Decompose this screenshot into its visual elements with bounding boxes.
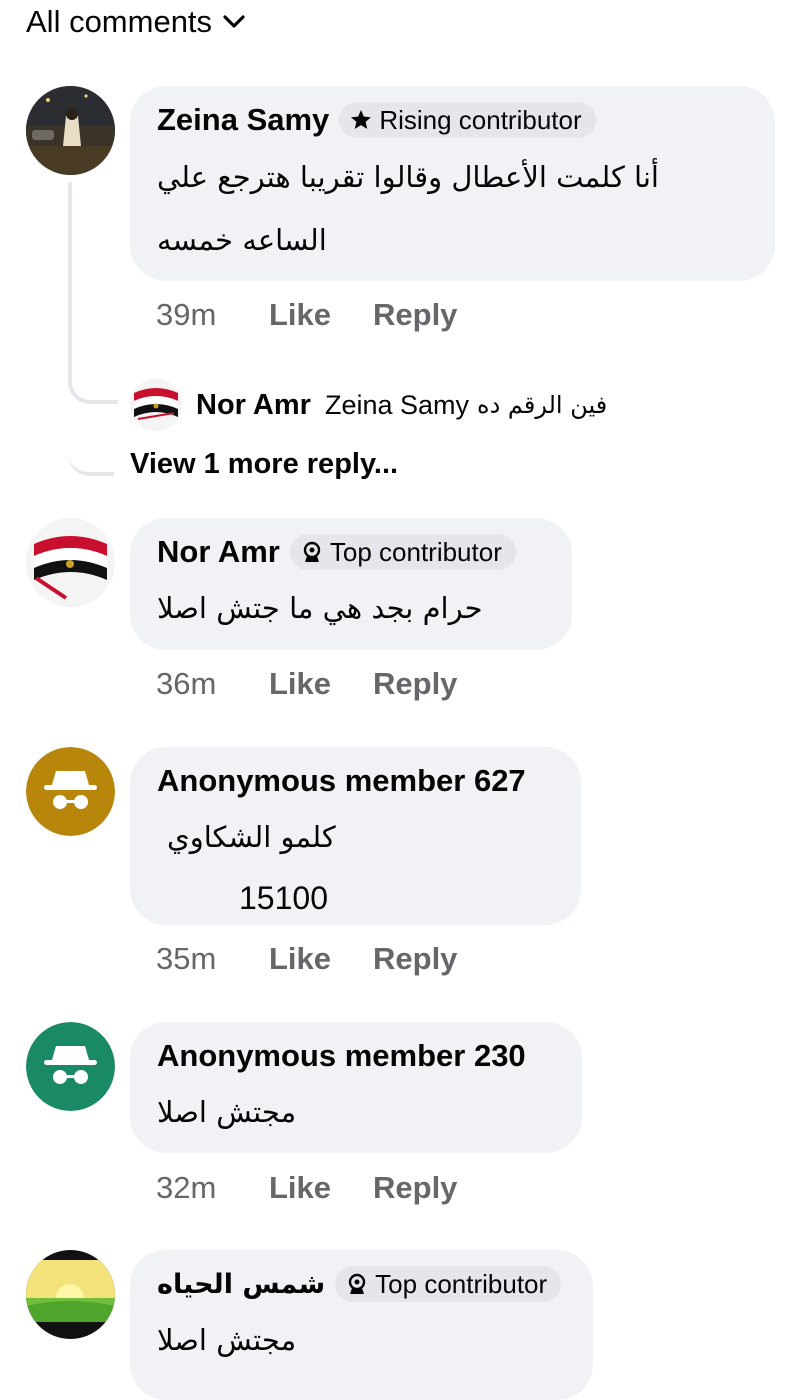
top-contributor-icon xyxy=(348,1273,366,1294)
comment-text: حرام بجد هي ما جتش اصلا xyxy=(157,591,483,625)
comment-author[interactable]: Anonymous member 627 xyxy=(157,763,526,799)
badge-label: Top contributor xyxy=(329,536,502,567)
top-contributor-icon xyxy=(303,541,321,562)
reply-button[interactable]: Reply xyxy=(373,666,457,702)
badge-label: Top contributor xyxy=(375,1268,548,1299)
avatar[interactable] xyxy=(26,1022,115,1111)
view-more-replies-link[interactable]: View 1 more reply... xyxy=(130,448,398,481)
reply-mention[interactable]: Zeina Samy xyxy=(325,390,469,421)
avatar[interactable] xyxy=(26,518,115,607)
comment-bubble: Anonymous member 627 كلمو الشكاوي 15100 xyxy=(130,747,581,925)
avatar[interactable] xyxy=(130,379,182,431)
reply-button[interactable]: Reply xyxy=(373,1170,457,1206)
comment-actions: 36m Like Reply xyxy=(156,662,457,706)
comment-text: الساعه خمسه xyxy=(157,223,327,257)
like-button[interactable]: Like xyxy=(269,297,373,333)
status-badge[interactable]: Top contributor xyxy=(289,534,516,570)
like-button[interactable]: Like xyxy=(269,941,373,977)
status-badge[interactable]: Top contributor xyxy=(335,1266,562,1302)
comment-actions: 39m Like Reply xyxy=(156,293,457,337)
comment-text: كلمو الشكاوي xyxy=(167,820,336,854)
comment-time[interactable]: 39m xyxy=(156,297,269,333)
reply-body: فين الرقم ده xyxy=(477,391,608,419)
like-button[interactable]: Like xyxy=(269,666,373,702)
comment-bubble: Nor Amr Top contributor حرام بجد هي ما ج… xyxy=(130,518,572,650)
comment-bubble: Anonymous member 230 مجتش اصلا xyxy=(130,1022,582,1153)
chevron-down-icon xyxy=(223,15,245,28)
comment-text: 15100 xyxy=(239,880,328,916)
reply-preview[interactable]: Nor Amr Zeina Samy فين الرقم ده xyxy=(130,378,607,432)
comment-time[interactable]: 35m xyxy=(156,941,269,977)
all-comments-label: All comments xyxy=(26,4,213,39)
avatar[interactable] xyxy=(26,1250,115,1339)
comment-bubble: شمس الحياه Top contributor مجتش اصلا xyxy=(130,1250,593,1400)
avatar[interactable] xyxy=(26,747,115,836)
avatar[interactable] xyxy=(26,86,115,175)
comment-time[interactable]: 36m xyxy=(156,666,269,702)
comment-text: أنا كلمت الأعطال وقالوا تقريبا هترجع علي xyxy=(157,160,659,194)
reply-text: Zeina Samy فين الرقم ده xyxy=(325,390,607,421)
comment-text: مجتش اصلا xyxy=(157,1095,297,1129)
like-button[interactable]: Like xyxy=(269,1170,373,1206)
thread-connector xyxy=(68,402,114,476)
comment-bubble: Zeina Samy Rising contributor أنا كلمت ا… xyxy=(130,86,775,281)
reply-author[interactable]: Nor Amr xyxy=(196,389,311,422)
reply-button[interactable]: Reply xyxy=(373,941,457,977)
badge-label: Rising contributor xyxy=(379,104,582,135)
all-comments-filter[interactable]: All comments xyxy=(26,2,248,42)
comment-actions: 32m Like Reply xyxy=(156,1166,457,1210)
status-badge[interactable]: Rising contributor xyxy=(339,102,596,138)
comment-actions: 35m Like Reply xyxy=(156,937,457,981)
comment-time[interactable]: 32m xyxy=(156,1170,269,1206)
comment-author[interactable]: Nor Amr xyxy=(157,534,280,570)
comment-author[interactable]: شمس الحياه xyxy=(157,1269,325,1300)
comment-author[interactable]: Anonymous member 230 xyxy=(157,1038,526,1074)
reply-button[interactable]: Reply xyxy=(373,297,457,333)
comment-author[interactable]: Zeina Samy xyxy=(157,102,329,138)
comment-text: مجتش اصلا xyxy=(157,1323,297,1357)
star-icon xyxy=(351,110,372,129)
thread-connector xyxy=(68,182,118,404)
